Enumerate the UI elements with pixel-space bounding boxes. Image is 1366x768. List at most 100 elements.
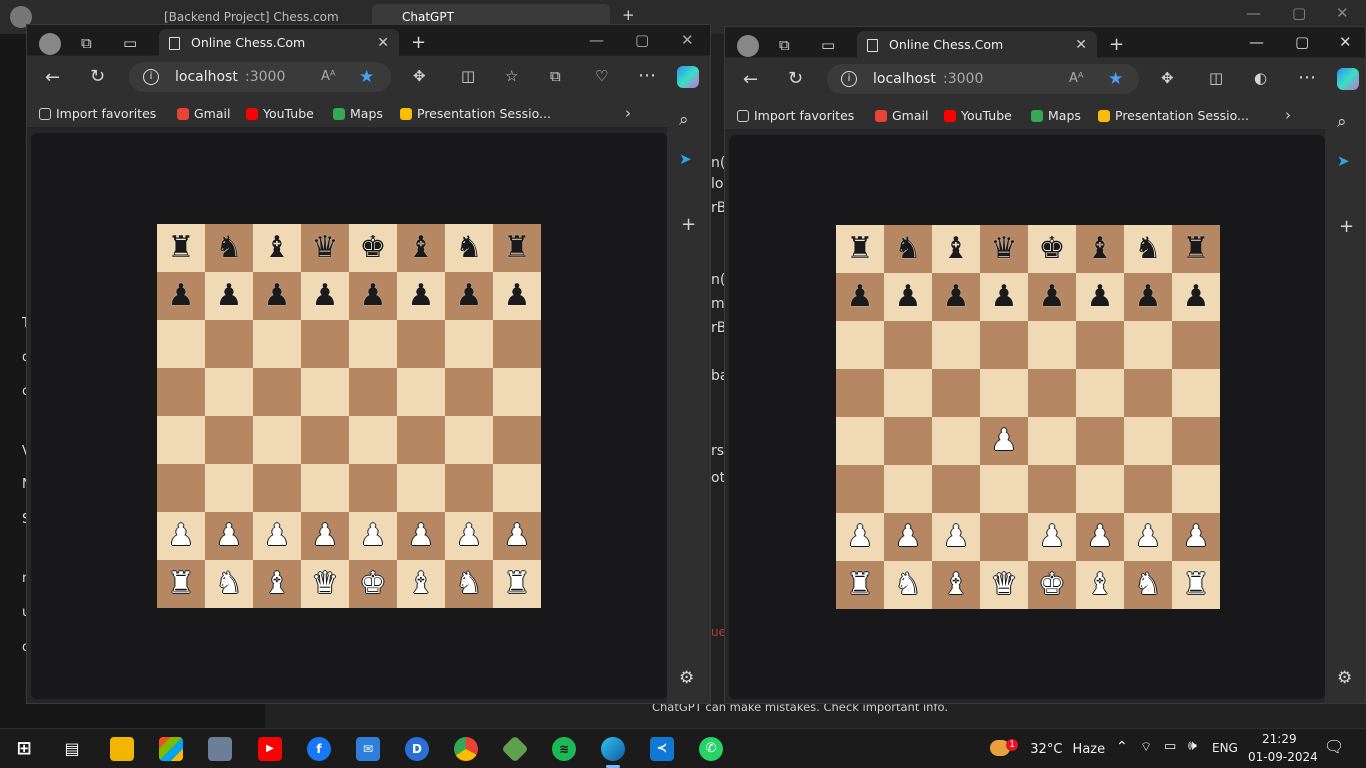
black-knight-icon[interactable]: ♞ xyxy=(1135,234,1162,264)
chess-square[interactable]: ♟ xyxy=(157,512,205,560)
workspaces-icon[interactable]: ⧉ xyxy=(81,36,92,51)
chess-square[interactable] xyxy=(932,417,980,465)
chess-square[interactable] xyxy=(1124,369,1172,417)
chess-square[interactable]: ♞ xyxy=(205,560,253,608)
search-icon[interactable]: ⌕ xyxy=(1337,114,1347,131)
chess-square[interactable] xyxy=(253,320,301,368)
white-queen-icon[interactable]: ♛ xyxy=(991,570,1018,600)
more-options-icon[interactable]: ⋯ xyxy=(638,67,656,85)
minimize-icon[interactable]: — xyxy=(1249,35,1264,50)
chess-square[interactable] xyxy=(493,416,541,464)
white-rook-icon[interactable]: ♜ xyxy=(1183,570,1210,600)
white-queen-icon[interactable]: ♛ xyxy=(312,569,339,599)
black-pawn-icon[interactable]: ♟ xyxy=(168,281,195,311)
chess-square[interactable]: ♛ xyxy=(980,225,1028,273)
back-icon[interactable]: ← xyxy=(743,71,758,89)
chess-square[interactable] xyxy=(445,416,493,464)
white-pawn-icon[interactable]: ♟ xyxy=(312,521,339,551)
chess-square[interactable]: ♟ xyxy=(397,512,445,560)
chess-square[interactable] xyxy=(157,464,205,512)
facebook-icon[interactable]: f xyxy=(307,737,331,761)
black-queen-icon[interactable]: ♛ xyxy=(312,233,339,263)
black-bishop-icon[interactable]: ♝ xyxy=(943,234,970,264)
white-pawn-icon[interactable]: ♟ xyxy=(216,521,243,551)
close-window-icon[interactable]: ✕ xyxy=(681,33,694,48)
black-pawn-icon[interactable]: ♟ xyxy=(456,281,483,311)
black-pawn-icon[interactable]: ♟ xyxy=(1135,282,1162,312)
whatsapp-icon[interactable]: ✆ xyxy=(699,737,723,761)
chess-square[interactable] xyxy=(1028,369,1076,417)
chess-square[interactable]: ♟ xyxy=(445,272,493,320)
chess-square[interactable] xyxy=(301,416,349,464)
chess-square[interactable]: ♟ xyxy=(1076,513,1124,561)
black-pawn-icon[interactable]: ♟ xyxy=(504,281,531,311)
black-bishop-icon[interactable]: ♝ xyxy=(1087,234,1114,264)
chess-square[interactable] xyxy=(205,416,253,464)
white-rook-icon[interactable]: ♜ xyxy=(168,569,195,599)
tab-online-chess[interactable]: Online Chess.Com ✕ xyxy=(159,29,399,57)
chess-square[interactable]: ♟ xyxy=(1028,273,1076,321)
avatar[interactable] xyxy=(737,35,759,57)
edge-icon[interactable]: ◐ xyxy=(1254,71,1267,86)
maximize-icon[interactable]: ▢ xyxy=(1295,35,1309,50)
chess-square[interactable]: ♜ xyxy=(1172,561,1220,609)
chess-square[interactable]: ♝ xyxy=(1076,561,1124,609)
microsoft-store-icon[interactable] xyxy=(159,737,183,761)
minimize-icon[interactable]: — xyxy=(589,33,604,48)
chess-square[interactable] xyxy=(397,416,445,464)
chess-square[interactable]: ♟ xyxy=(157,272,205,320)
bookmark-gmail[interactable]: Gmail xyxy=(875,106,928,126)
windows-start-icon[interactable]: ⊞ xyxy=(12,737,36,761)
white-king-icon[interactable]: ♚ xyxy=(360,569,387,599)
close-tab-icon[interactable]: ✕ xyxy=(1075,31,1087,59)
minimize-icon[interactable]: — xyxy=(1246,6,1261,21)
settings-gear-icon[interactable]: ⚙ xyxy=(679,670,694,687)
chess-square[interactable]: ♚ xyxy=(349,560,397,608)
white-pawn-icon[interactable]: ♟ xyxy=(847,522,874,552)
chess-square[interactable]: ♞ xyxy=(1124,225,1172,273)
chess-square[interactable] xyxy=(445,464,493,512)
chess-square[interactable] xyxy=(253,464,301,512)
split-screen-icon[interactable]: ◫ xyxy=(461,69,475,84)
chess-square[interactable]: ♟ xyxy=(884,273,932,321)
extensions-icon[interactable]: ✥ xyxy=(1161,71,1174,86)
new-tab-icon[interactable]: + xyxy=(1109,36,1124,54)
chess-square[interactable] xyxy=(1124,417,1172,465)
chess-square[interactable] xyxy=(1172,417,1220,465)
black-pawn-icon[interactable]: ♟ xyxy=(847,282,874,312)
chess-square[interactable] xyxy=(932,321,980,369)
chess-square[interactable] xyxy=(980,513,1028,561)
spotify-icon[interactable]: ≋ xyxy=(552,737,576,761)
settings-gear-icon[interactable]: ⚙ xyxy=(1337,670,1352,687)
favorite-star-icon[interactable]: ★ xyxy=(1108,64,1123,94)
chess-square[interactable]: ♟ xyxy=(1124,273,1172,321)
black-rook-icon[interactable]: ♜ xyxy=(1183,234,1210,264)
devtools-icon[interactable]: D xyxy=(405,737,429,761)
search-icon[interactable]: ⌕ xyxy=(679,112,689,129)
chess-square[interactable]: ♚ xyxy=(349,224,397,272)
chess-square[interactable]: ♟ xyxy=(301,512,349,560)
chess-square[interactable] xyxy=(349,416,397,464)
chess-square[interactable] xyxy=(1076,465,1124,513)
white-bishop-icon[interactable]: ♝ xyxy=(264,569,291,599)
chess-square[interactable]: ♟ xyxy=(445,512,493,560)
chess-square[interactable] xyxy=(980,369,1028,417)
black-pawn-icon[interactable]: ♟ xyxy=(1183,282,1210,312)
battery-icon[interactable]: ▭ xyxy=(1164,739,1176,754)
black-queen-icon[interactable]: ♛ xyxy=(991,234,1018,264)
edge-icon[interactable] xyxy=(601,737,625,761)
chess-square[interactable] xyxy=(836,369,884,417)
chess-square[interactable] xyxy=(884,465,932,513)
chess-square[interactable] xyxy=(1028,417,1076,465)
chess-square[interactable]: ♟ xyxy=(493,512,541,560)
chess-square[interactable] xyxy=(253,368,301,416)
address-bar[interactable]: i localhost :3000 Aᴬ ★ xyxy=(129,62,391,92)
bookmark-gmail[interactable]: Gmail xyxy=(177,104,230,124)
read-aloud-icon[interactable]: Aᴬ xyxy=(1069,64,1084,94)
chess-square[interactable] xyxy=(884,417,932,465)
chess-square[interactable] xyxy=(980,465,1028,513)
maximize-icon[interactable]: ▢ xyxy=(1292,6,1306,21)
chevron-up-icon[interactable]: ⌃ xyxy=(1116,739,1128,755)
chess-square[interactable] xyxy=(205,368,253,416)
chess-square[interactable]: ♞ xyxy=(884,561,932,609)
